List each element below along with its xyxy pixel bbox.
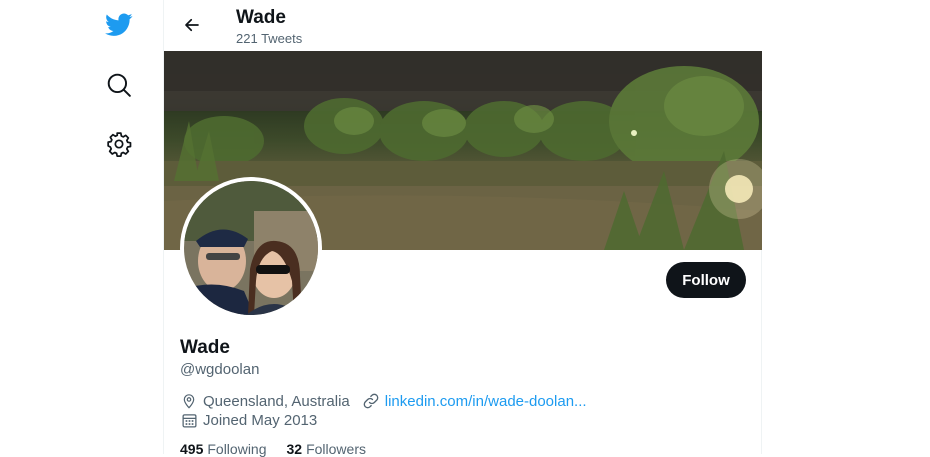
followers-count: 32 — [286, 441, 303, 457]
follow-button[interactable]: Follow — [666, 262, 746, 298]
link-icon — [362, 392, 380, 410]
gear-icon[interactable] — [104, 129, 134, 159]
profile-stats: 495 Following 32 Followers — [180, 441, 366, 457]
profile-name: Wade — [180, 337, 230, 358]
profile-joined-row: Joined May 2013 — [180, 410, 317, 430]
following-count: 495 — [180, 441, 204, 457]
tweet-count: 221 Tweets — [236, 31, 303, 46]
header-title: Wade — [236, 7, 286, 28]
following-label: Following — [207, 441, 267, 457]
profile-handle: @wgdoolan — [180, 361, 260, 378]
profile-meta-row: Queensland, Australia linkedin.com/in/wa… — [180, 391, 587, 411]
followers-link[interactable]: 32 Followers — [287, 441, 366, 457]
followers-label: Followers — [306, 441, 366, 457]
profile-joined: Joined May 2013 — [203, 411, 318, 429]
profile-location: Queensland, Australia — [203, 392, 350, 410]
profile-column: Wade 221 Tweets Follow Wade @wgdoolan Qu… — [163, 0, 762, 457]
profile-header: Wade 221 Tweets — [164, 0, 762, 51]
twitter-logo-icon[interactable] — [104, 10, 134, 40]
calendar-icon — [180, 411, 198, 429]
profile-avatar[interactable] — [180, 177, 322, 319]
back-button[interactable] — [178, 11, 206, 39]
profile-website-link[interactable]: linkedin.com/in/wade-doolan... — [385, 393, 587, 410]
search-icon[interactable] — [104, 70, 134, 100]
following-link[interactable]: 495 Following — [180, 441, 267, 457]
arrow-left-icon — [185, 18, 199, 32]
location-pin-icon — [180, 392, 198, 410]
